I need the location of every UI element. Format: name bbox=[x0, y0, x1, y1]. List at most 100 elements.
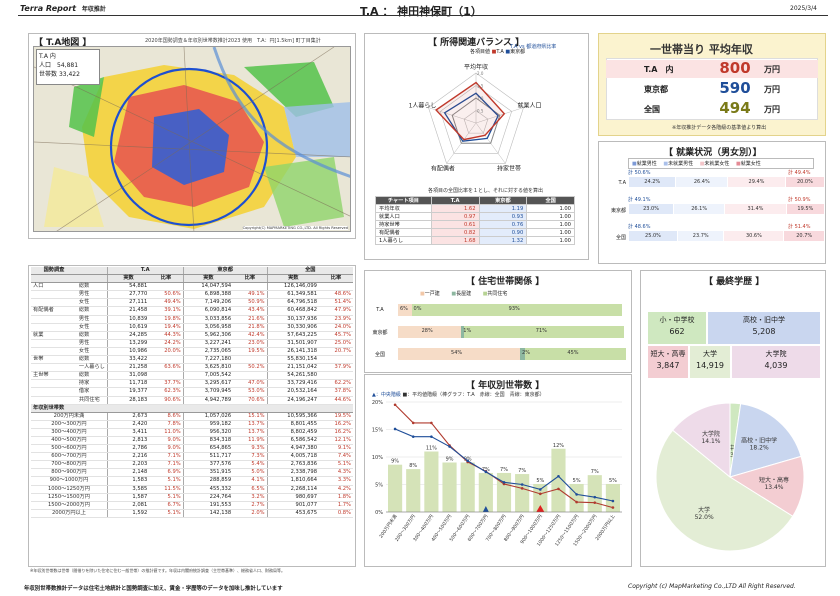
radar-legend-note: T.A vs 都道府県比率 bbox=[510, 44, 557, 50]
radar-td: 平均年収 bbox=[375, 204, 432, 213]
census-cell: 3,056,958 bbox=[182, 323, 234, 332]
radar-td: 有配偶者 bbox=[375, 228, 432, 237]
census-subheader-row: 実数 比率 実数 比率 実数 比率 bbox=[31, 274, 353, 284]
radar-tick: 0.5 bbox=[477, 109, 484, 114]
census-cell: 49.1% bbox=[233, 290, 268, 300]
housing-label: 1% bbox=[463, 328, 472, 334]
census-cell: 20,532,164 bbox=[266, 387, 319, 397]
income-row: 900〜1000万円 1,583 5.1% 288,859 4.1% 1,810,664 3… bbox=[31, 476, 353, 486]
census-cell: 11,718 bbox=[106, 379, 150, 389]
census-cell: 7,227,180 bbox=[182, 355, 234, 365]
radar-td: 1.32 bbox=[478, 236, 528, 245]
legend-unemp-male: 未就業男性 bbox=[668, 161, 694, 167]
census-cell bbox=[149, 371, 184, 381]
census-cell: 21,151,042 bbox=[266, 363, 319, 373]
education-grid: 小・中学校 662 高校・旧中学 5,208 短大・高専 3,847 大学 14,919 大学院… bbox=[648, 312, 820, 378]
employment-segment: 31.4% bbox=[724, 204, 786, 214]
housing-label: 28% bbox=[421, 328, 433, 334]
income-cell: 7.4% bbox=[319, 452, 353, 462]
housing-label: 71% bbox=[535, 328, 547, 334]
census-cell: 30,330,906 bbox=[266, 323, 319, 332]
census-cell: 54,881 bbox=[106, 282, 150, 292]
income-row: 2000万円以上 1,592 5.1% 142,138 2.0% 453,675 0.8% bbox=[31, 509, 353, 518]
housing-title: 【 住宅世帯関係 】 bbox=[466, 277, 545, 287]
census-cell: 23.0% bbox=[233, 339, 268, 348]
income-cell: 2,148 bbox=[106, 468, 150, 478]
income-cell: 288,859 bbox=[182, 476, 234, 486]
bar-label: 7% bbox=[518, 468, 526, 474]
income-cell: 11.5% bbox=[149, 485, 184, 494]
income-bar bbox=[587, 475, 602, 512]
census-cell: 21,258 bbox=[106, 363, 150, 373]
census-header-row: 国勢調査 T.A 東京都 全国 bbox=[31, 267, 353, 276]
census-cell: 44.6% bbox=[319, 396, 353, 405]
income-cell: 3,411 bbox=[106, 428, 150, 437]
employment-segment: 23.7% bbox=[677, 231, 724, 241]
census-cell: 女性 bbox=[76, 298, 108, 308]
radar-tick: 1.0 bbox=[477, 96, 484, 101]
radar-td: 1.00 bbox=[526, 204, 575, 213]
census-cell bbox=[319, 371, 353, 381]
education-cell: 大学院 4,039 bbox=[732, 346, 820, 378]
census-cell: 6,898,388 bbox=[182, 290, 234, 300]
income-chart-title: 【 年収別世帯数 】 bbox=[466, 381, 545, 391]
census-cell: 45.7% bbox=[319, 331, 353, 340]
census-cell bbox=[31, 396, 77, 405]
census-cell: 有配偶者 bbox=[31, 306, 77, 316]
income-cell: 8.6% bbox=[149, 412, 184, 421]
census-row: 女性 10,986 20.0% 2,735,065 19.5% 26,141,318 20.… bbox=[31, 347, 353, 357]
census-cell: 10,839 bbox=[106, 315, 150, 324]
report-date: 2025/3/4 bbox=[790, 5, 817, 12]
income-cell: 9.3% bbox=[233, 444, 268, 454]
income-bracket: 1500〜2000万円 bbox=[31, 501, 108, 510]
education-cell-value: 3,847 bbox=[656, 361, 680, 370]
income-cell: 2,786 bbox=[106, 444, 150, 454]
census-cell: 20.0% bbox=[149, 347, 184, 357]
pie-pct: 14.1% bbox=[701, 438, 720, 445]
col-tokyo: 東京都 bbox=[182, 267, 268, 276]
national-line-point bbox=[557, 487, 560, 491]
income-bracket: 200万円未満 bbox=[31, 412, 108, 421]
census-row: 女性 27,111 49.4% 7,149,206 50.9% 64,796,518 51.… bbox=[31, 298, 353, 308]
radar-table-row: 就業人口 0.97 0.93 1.00 bbox=[375, 212, 575, 221]
income-row: 500〜600万円 2,786 9.0% 654,865 9.3% 4,947,380 9.… bbox=[31, 444, 353, 454]
stats-footnote: ※年収別世帯数は世帯（間借りを除いた住宅に住む一般世帯）の推計値です。年収は内閣… bbox=[30, 568, 285, 573]
census-cell: 54,261,580 bbox=[266, 371, 319, 381]
census-cell: 10,986 bbox=[106, 347, 150, 357]
education-cell-value: 14,919 bbox=[696, 361, 724, 370]
census-cell: 総数 bbox=[76, 331, 108, 340]
income-cell: 191,553 bbox=[182, 501, 234, 510]
employment-segment: 26.4% bbox=[675, 177, 728, 187]
income-cell: 11.0% bbox=[149, 428, 184, 437]
avg-income-value: 590 bbox=[719, 79, 751, 97]
income-head: 年収別世帯数 bbox=[31, 404, 353, 413]
avg-income-note: ※年収推計データ各階級の基準値より算出 bbox=[672, 125, 767, 131]
radar-td: 0.97 bbox=[430, 212, 480, 221]
census-cell: 57,643,225 bbox=[266, 331, 319, 340]
map-info-pop: 人口 54,881 bbox=[39, 62, 79, 69]
income-cell: 7.8% bbox=[149, 420, 184, 429]
footer-copyright: Copyright (c) MapMarketing Co.,LTD All R… bbox=[628, 583, 796, 590]
income-cell: 834,318 bbox=[182, 436, 234, 446]
radar-table-row: 平均年収 1.62 1.19 1.00 bbox=[375, 204, 575, 213]
bar-label: 5% bbox=[609, 478, 617, 484]
census-cell bbox=[31, 347, 77, 357]
housing-row-label: T.A bbox=[376, 307, 384, 313]
education-cell-value: 5,208 bbox=[752, 327, 776, 336]
area-map[interactable]: T.A 内 人口 54,881 世帯数 33,422 Copyright(C) … bbox=[33, 46, 351, 232]
income-cell: 511,717 bbox=[182, 452, 234, 462]
census-cell: 30,137,936 bbox=[266, 315, 319, 324]
income-cell: 959,182 bbox=[182, 420, 234, 429]
brand: Terra Report 年収推計 bbox=[20, 4, 106, 13]
census-cell: 主世帯 bbox=[31, 371, 77, 381]
income-cell: 2,338,798 bbox=[266, 468, 319, 478]
income-cell: 19.5% bbox=[319, 412, 353, 421]
census-cell: 19.5% bbox=[233, 347, 268, 357]
income-cell: 9.1% bbox=[319, 444, 353, 454]
census-cell bbox=[31, 315, 77, 324]
census-cell: 24.2% bbox=[149, 339, 184, 348]
income-cell: 1,057,026 bbox=[182, 412, 234, 421]
income-bar bbox=[442, 462, 457, 512]
census-cell: 3,709,945 bbox=[182, 387, 234, 397]
radar-ta bbox=[434, 81, 506, 141]
